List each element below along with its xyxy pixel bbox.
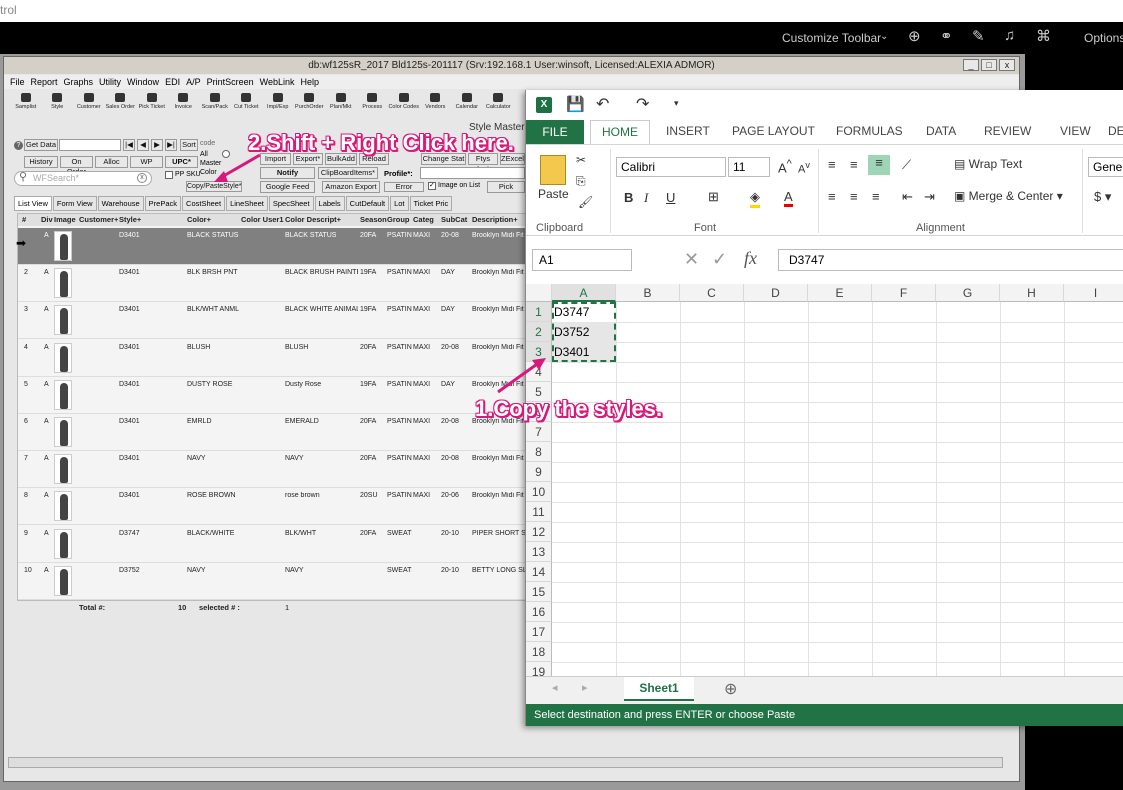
arrow-to-cells	[497, 360, 541, 394]
arrow-head	[532, 358, 546, 370]
callout-step1: 1.Copy the styles.	[475, 396, 663, 421]
arrow-head	[214, 171, 228, 182]
annotation-arrows	[214, 153, 546, 394]
callout-step2: 2.Shift + Right Click here.	[248, 130, 514, 155]
screenshot: trol Customize Toolbar ⌄ ⊕ ⚭ ✎ ♫ ⌘ Optio…	[0, 0, 1123, 790]
arrow-to-copy-paste	[219, 153, 261, 180]
